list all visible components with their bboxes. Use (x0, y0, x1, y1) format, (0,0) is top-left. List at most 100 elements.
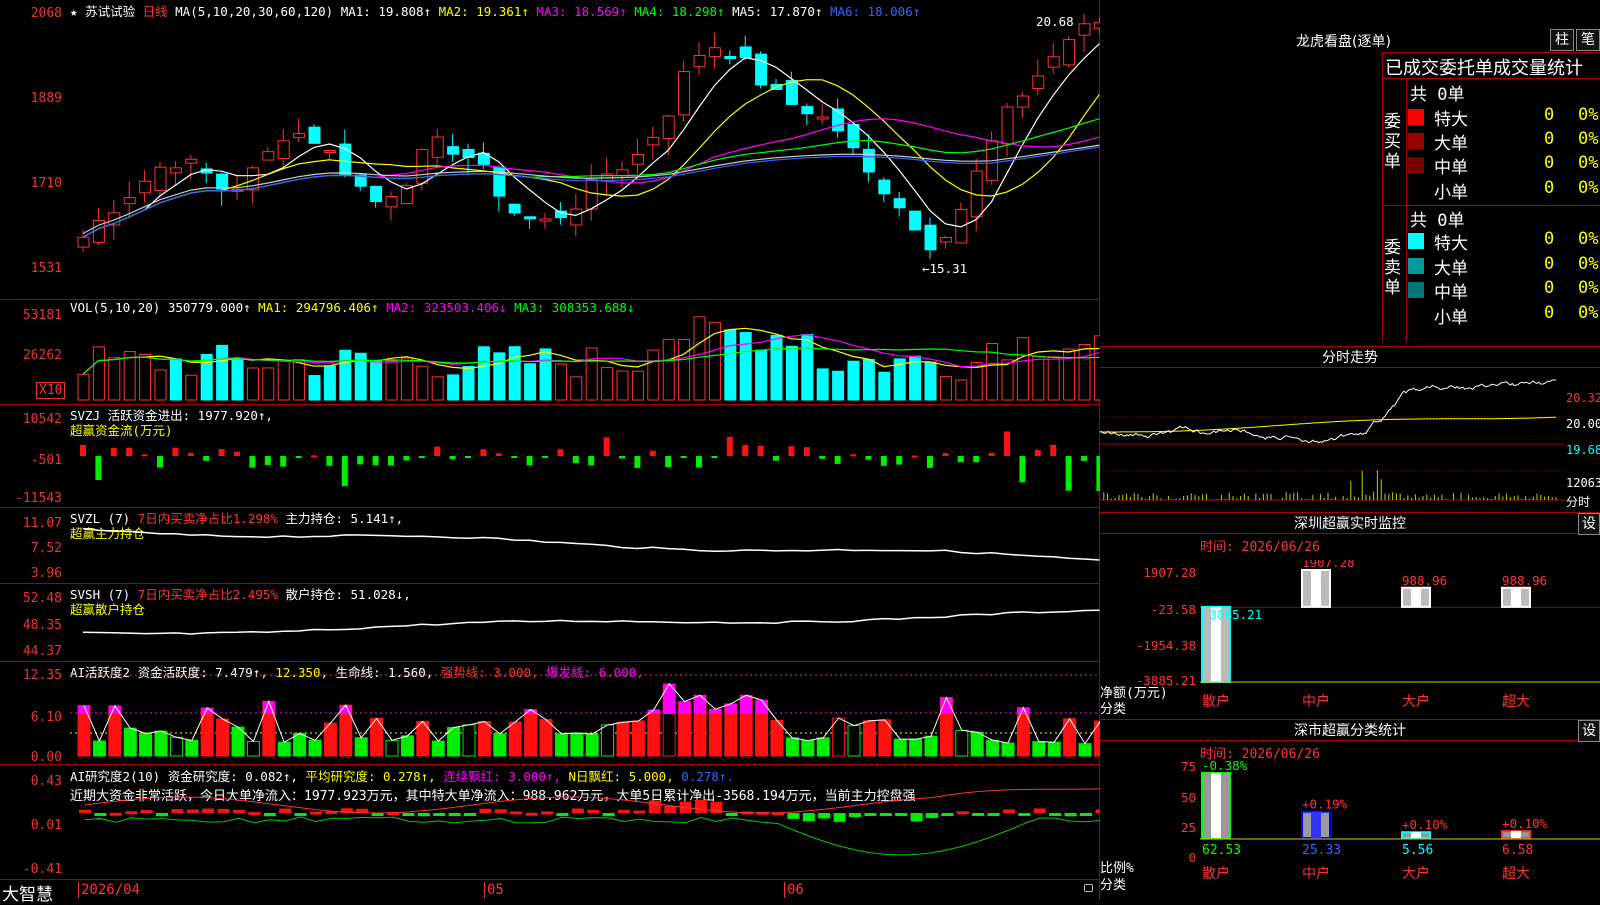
column-button[interactable]: 柱 (1550, 29, 1574, 51)
flow-bar (526, 456, 533, 466)
activity-bar (169, 736, 183, 757)
research-bar (402, 813, 415, 816)
date-bar[interactable]: 大智慧 2026/04 05 06 (0, 880, 1100, 905)
volume-bar (1078, 343, 1091, 401)
volume-panel[interactable]: VOL(5,10,20) 350779.000↑ MA1: 294796.406… (0, 300, 1100, 405)
volume-bar (570, 376, 583, 401)
research-bar (479, 808, 492, 813)
flow-bar (942, 453, 949, 456)
flow-bar (803, 447, 810, 456)
activity-peak (755, 700, 768, 714)
volume-bar (955, 379, 968, 401)
candle-body (739, 46, 752, 59)
ai-active-panel[interactable]: AI活跃度2 资金活跃度: 7.479↑, 12.350, 生命线: 1.560… (0, 662, 1100, 765)
candle-body (216, 173, 229, 190)
price-panel[interactable]: ★ 苏试试验 日线 MA(5,10,20,30,60,120) MA1: 19.… (0, 0, 1100, 300)
volume-bar (832, 370, 845, 401)
volume-bar (339, 349, 352, 401)
sz-class-chart[interactable]: -0.38% 62.53 散户 +0.19% 25.33 中户 +0.10% 5.56 大户 +0… (1200, 760, 1600, 900)
sell-row-large[interactable]: 大单 0 0% (1408, 254, 1600, 279)
price-axis-2: 1889 (30, 91, 62, 106)
candle-body (724, 55, 737, 59)
intraday-price-line (1100, 379, 1556, 444)
activity-bars[interactable] (70, 662, 1100, 765)
svzl-panel[interactable]: SVZL (7) 7日内买卖净占比1.298% 主力持仓: 5.141↑, 超赢… (0, 508, 1100, 584)
activity-peak (694, 695, 706, 714)
research-bar (618, 809, 630, 813)
research-bars[interactable] (70, 765, 1100, 880)
brand-logo: 大智慧 (2, 885, 53, 905)
buy-small-pct: 0% (1578, 178, 1599, 198)
volume-bar (939, 376, 952, 401)
volume-bar (370, 360, 383, 401)
sz-class-header[interactable]: 深市超赢分类统计 (1100, 719, 1600, 741)
flow-bar (357, 456, 364, 465)
vol-axis-2: 26262 (22, 348, 62, 363)
pen-button[interactable]: 笔 (1576, 29, 1600, 51)
buy-row-large[interactable]: 大单 0 0% (1408, 129, 1600, 154)
flow-bar (80, 444, 86, 456)
volume-bar (77, 373, 90, 401)
main-holding-line[interactable] (70, 508, 1100, 584)
activity-bar (909, 738, 923, 757)
retail-holding-line[interactable] (70, 584, 1100, 662)
flow-bar (141, 454, 148, 457)
intraday-chart[interactable] (1100, 370, 1565, 510)
flow-bar (588, 456, 595, 466)
activity-bar (893, 738, 907, 757)
sell-row-small[interactable]: 小单 0 0% (1408, 303, 1600, 328)
activity-bar (847, 725, 861, 757)
candle-body (508, 203, 521, 214)
research-bar (725, 813, 738, 816)
sell-row-medium[interactable]: 中单 0 0% (1408, 278, 1600, 303)
buy-medium-count: 0 (1544, 153, 1555, 173)
price-axis-4: 1531 (30, 261, 62, 276)
candlestick-chart[interactable] (70, 0, 1100, 300)
flow-bar (711, 456, 718, 458)
activity-bar (277, 741, 291, 757)
sell-row-super[interactable]: 特大 0 0% (1408, 229, 1600, 254)
flow-bar (110, 447, 117, 456)
main-chart-area[interactable]: ★ 苏试试验 日线 MA(5,10,20,30,60,120) MA1: 19.… (0, 0, 1100, 905)
ai-research-panel[interactable]: AI研究度2(10) 资金研究度: 0.082↑, 平均研究度: 0.278↑,… (0, 765, 1100, 880)
candle-body (1047, 56, 1060, 68)
research-bar (1033, 808, 1046, 813)
flow-bar (218, 449, 225, 456)
flow-bar (418, 456, 425, 458)
flow-bar (203, 456, 210, 461)
volume-bar (662, 338, 675, 401)
buy-row-medium[interactable]: 中单 0 0% (1408, 153, 1600, 178)
research-bar (1003, 809, 1015, 813)
intraday-vol-axis: 12063 (1566, 476, 1600, 490)
research-bar (525, 812, 538, 816)
capital-flow-bars[interactable] (70, 405, 1100, 508)
flow-bar (388, 456, 394, 466)
flow-bar (896, 456, 903, 465)
lock-icon[interactable] (1084, 884, 1093, 892)
research-bar (79, 809, 91, 813)
sz-monitor-chart[interactable]: -3885.21 散户 1907.28 中户 988.96 大户 988.96 超大 (1200, 560, 1600, 710)
flow-bar (1065, 456, 1072, 491)
sz-monitor-header[interactable]: 深圳超赢实时监控 (1100, 512, 1600, 534)
sz-monitor-settings-button[interactable]: 设 (1578, 513, 1600, 535)
svzj-panel[interactable]: SVZJ 活跃资金进出: 1977.920↑, 超赢资金流(万元) 10542 … (0, 405, 1100, 508)
candle-body (616, 169, 629, 177)
activity-bar (524, 708, 538, 757)
volume-bars[interactable] (70, 300, 1100, 405)
buy-row-super[interactable]: 特大 0 0% (1408, 105, 1600, 130)
sz-class-value-label: 25.33 (1302, 843, 1341, 858)
stats-tab-title[interactable]: 已成交委托单成交量统计 (1385, 54, 1583, 80)
svsh-panel[interactable]: SVSH (7) 7日内买卖净占比2.495% 散户持仓: 51.028↓, 超… (0, 584, 1100, 662)
volume-bar (554, 363, 567, 401)
research-bar (1064, 813, 1077, 817)
sz-class-settings-button[interactable]: 设 (1578, 720, 1600, 742)
intraday-header[interactable]: 分时走势 (1100, 346, 1600, 368)
activity-bar (216, 718, 230, 757)
svzl-axis-3: 3.96 (30, 566, 62, 581)
flow-bar (372, 456, 379, 466)
flow-bar (1019, 456, 1026, 483)
candle-body (308, 126, 321, 144)
research-bar (109, 812, 122, 816)
flow-bar (465, 456, 471, 458)
buy-row-small[interactable]: 小单 0 0% (1408, 178, 1600, 203)
